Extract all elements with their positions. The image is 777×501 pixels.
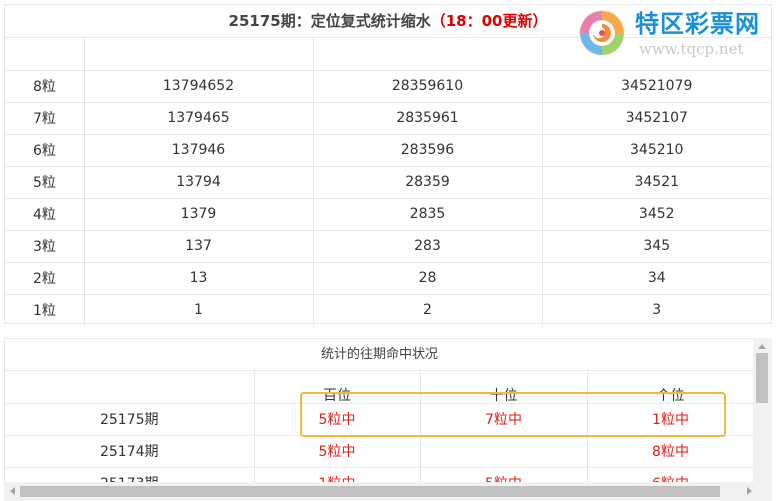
table-cell: 283596: [312, 133, 543, 167]
row-label: 1粒: [5, 293, 85, 326]
row-label: 2粒: [5, 261, 85, 295]
history-header-row: 百位 十位 个位: [5, 371, 754, 404]
header-cell: [5, 38, 85, 71]
table-cell: 283: [312, 229, 543, 263]
row-label: 7粒: [5, 101, 85, 135]
table-row: 7粒 1379465 2835961 3452107: [5, 101, 771, 135]
table-row: 2粒 13 28 34: [5, 261, 771, 295]
hit-cell: 1粒中: [586, 402, 754, 436]
table-cell: 1379: [83, 197, 314, 231]
table-cell: 3452107: [541, 101, 771, 135]
header-cell: 个位: [586, 371, 754, 404]
scroll-right-arrow-icon[interactable]: [747, 487, 752, 495]
table-cell: 345210: [541, 133, 771, 167]
header-cell: [5, 371, 255, 404]
table-row: 8粒 13794652 28359610 34521079: [5, 69, 771, 103]
table-row: 1粒 1 2 3: [5, 293, 771, 326]
site-logo[interactable]: 特区彩票网 www.tqcp.net: [577, 2, 767, 64]
table-cell: 2: [312, 293, 543, 326]
table-row: 6粒 137946 283596 345210: [5, 133, 771, 167]
table-cell: 34521: [541, 165, 771, 199]
header-cell: [83, 38, 314, 71]
logo-name: 特区彩票网: [635, 10, 760, 38]
table-cell: 28: [312, 261, 543, 295]
table-cell: 28359610: [312, 69, 543, 103]
table-cell: 3: [541, 293, 771, 326]
table-cell: 13794: [83, 165, 314, 199]
table-cell: 137: [83, 229, 314, 263]
history-row: 25175期 5粒中 7粒中 1粒中: [5, 402, 754, 436]
scrollbar-thumb[interactable]: [20, 486, 720, 497]
history-row: 25174期 5粒中 8粒中: [5, 434, 754, 468]
hit-cell: 5粒中: [253, 402, 421, 436]
table-cell: 13: [83, 261, 314, 295]
table-cell: 137946: [83, 133, 314, 167]
period-cell: 25175期: [5, 402, 255, 436]
hit-cell: [419, 434, 588, 468]
row-label: 3粒: [5, 229, 85, 263]
hit-cell: 7粒中: [419, 402, 588, 436]
title-update-time: （18：00更新）: [430, 12, 548, 30]
hit-cell: 1粒中: [253, 466, 421, 483]
table-cell: 1: [83, 293, 314, 326]
row-label: 4粒: [5, 197, 85, 231]
logo-url: www.tqcp.net: [639, 40, 744, 58]
table-cell: 34: [541, 261, 771, 295]
history-scroll-area[interactable]: 统计的往期命中状况 百位 十位 个位 25175期 5粒中 7粒中 1粒中 25…: [5, 339, 754, 483]
table-cell: 3452: [541, 197, 771, 231]
scrollbar-thumb[interactable]: [756, 353, 768, 403]
hit-cell: 5粒中: [419, 466, 588, 483]
header-cell: [312, 38, 543, 71]
vertical-scrollbar[interactable]: [753, 338, 772, 482]
history-title: 统计的往期命中状况: [5, 339, 754, 371]
period-cell: 25173期: [5, 466, 255, 483]
title-period: 25175期：定位复式统计缩水: [228, 12, 431, 30]
header-cell: 十位: [419, 371, 588, 404]
period-cell: 25174期: [5, 434, 255, 468]
table-cell: 2835: [312, 197, 543, 231]
table-row: 4粒 1379 2835 3452: [5, 197, 771, 231]
swirl-logo-icon: [579, 10, 625, 56]
hit-cell: 8粒中: [586, 434, 754, 468]
hit-cell: 6粒中: [586, 466, 754, 483]
table-row: 3粒 137 283 345: [5, 229, 771, 263]
horizontal-scrollbar[interactable]: [4, 482, 772, 501]
history-row: 25173期 1粒中 5粒中 6粒中: [5, 466, 754, 483]
table-cell: 2835961: [312, 101, 543, 135]
table-cell: 345: [541, 229, 771, 263]
header-cell: 百位: [253, 371, 421, 404]
table-cell: 1379465: [83, 101, 314, 135]
hit-cell: 5粒中: [253, 434, 421, 468]
table-cell: 13794652: [83, 69, 314, 103]
table-row: 5粒 13794 28359 34521: [5, 165, 771, 199]
table-cell: 28359: [312, 165, 543, 199]
row-label: 8粒: [5, 69, 85, 103]
scroll-up-arrow-icon[interactable]: [758, 344, 766, 349]
scroll-left-arrow-icon[interactable]: [10, 487, 15, 495]
row-label: 6粒: [5, 133, 85, 167]
row-label: 5粒: [5, 165, 85, 199]
table-cell: 34521079: [541, 69, 771, 103]
history-panel: 统计的往期命中状况 百位 十位 个位 25175期 5粒中 7粒中 1粒中 25…: [4, 338, 772, 501]
history-table: 百位 十位 个位 25175期 5粒中 7粒中 1粒中 25174期 5粒中 8…: [5, 371, 754, 483]
stats-table: 8粒 13794652 28359610 34521079 7粒 1379465…: [5, 38, 771, 326]
